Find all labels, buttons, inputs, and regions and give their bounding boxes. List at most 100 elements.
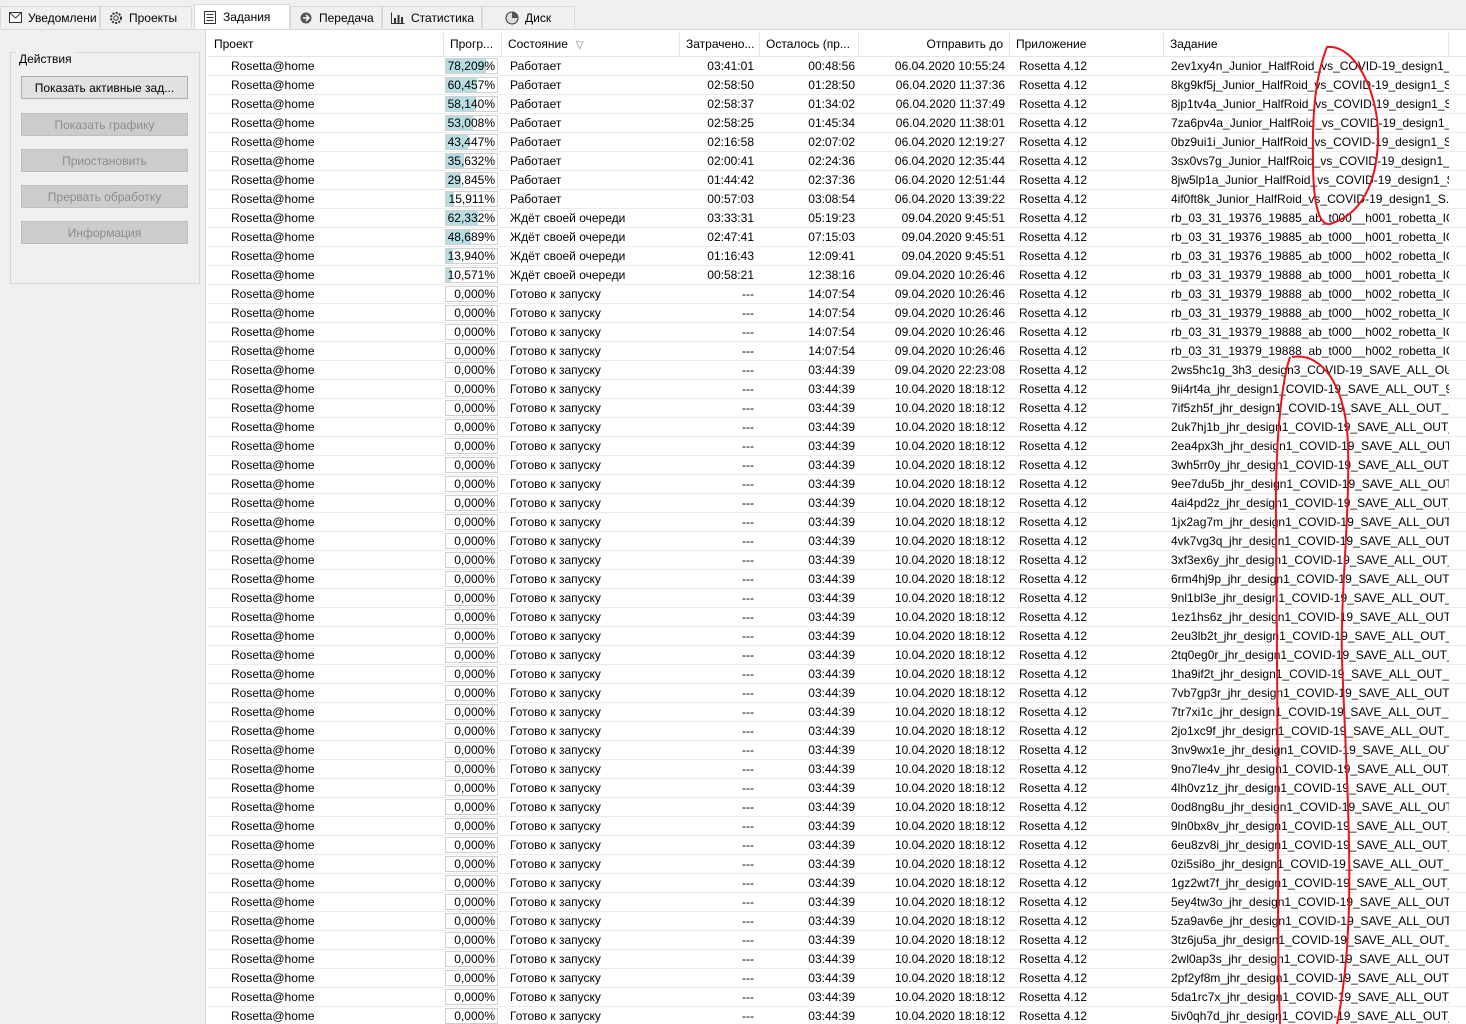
table-row[interactable]: Rosetta@home Готово к запуску --- 14:07:54 0… [208, 285, 1466, 304]
progress-text: 0,000% [454, 933, 495, 947]
table-row[interactable]: Rosetta@home Ждёт своей очереди 03:33:31 05… [208, 209, 1466, 228]
table-row[interactable]: Rosetta@home Готово к запуску --- 03:44:39 1… [208, 589, 1466, 608]
table-row[interactable]: Rosetta@home Готово к запуску --- 03:44:39 1… [208, 513, 1466, 532]
col-project[interactable]: Проект [208, 33, 444, 56]
progress-text: 48,689% [447, 230, 495, 244]
cell-remaining: 03:44:39 [808, 895, 855, 909]
tab-tasks[interactable]: Задания [194, 4, 290, 29]
col-remaining[interactable]: Осталось (пр... [760, 33, 859, 56]
cell-deadline: 10.04.2020 18:18:12 [894, 838, 1005, 852]
table-row[interactable]: Rosetta@home Работает 00:57:03 03:08:54 06.0… [208, 190, 1466, 209]
cell-deadline: 10.04.2020 18:18:12 [894, 743, 1005, 757]
table-row[interactable]: Rosetta@home Готово к запуску --- 03:44:39 1… [208, 779, 1466, 798]
progress-bar: 0,000% [445, 343, 498, 359]
cell-application: Rosetta 4.12 [1019, 914, 1088, 928]
table-row[interactable]: Rosetta@home Готово к запуску --- 03:44:39 1… [208, 456, 1466, 475]
table-row[interactable]: Rosetta@home Работает 02:00:41 02:24:36 06.0… [208, 152, 1466, 171]
table-row[interactable]: Rosetta@home Готово к запуску --- 03:44:39 1… [208, 855, 1466, 874]
cell-status: Готово к запуску [510, 781, 601, 795]
table-row[interactable]: Rosetta@home Готово к запуску --- 03:44:39 1… [208, 665, 1466, 684]
table-row[interactable]: Rosetta@home Готово к запуску --- 03:44:39 1… [208, 893, 1466, 912]
cell-task: 7za6pv4a_Junior_HalfRoid_vs_COVID-19_des… [1171, 116, 1449, 130]
cell-status: Готово к запуску [510, 572, 601, 586]
cell-application: Rosetta 4.12 [1019, 724, 1088, 738]
col-application[interactable]: Приложение [1010, 33, 1164, 56]
table-row[interactable]: Rosetta@home Ждёт своей очереди 01:16:43 12… [208, 247, 1466, 266]
show-graphics-button[interactable]: Показать графику [21, 113, 188, 136]
table-row[interactable]: Rosetta@home Готово к запуску --- 03:44:39 1… [208, 646, 1466, 665]
table-row[interactable]: Rosetta@home Готово к запуску --- 03:44:39 1… [208, 950, 1466, 969]
progress-text: 0,000% [454, 325, 495, 339]
tab-transfers[interactable]: Передача [290, 6, 382, 28]
table-row[interactable]: Rosetta@home Работает 02:58:25 01:45:34 06.0… [208, 114, 1466, 133]
cell-application: Rosetta 4.12 [1019, 686, 1088, 700]
table-row[interactable]: Rosetta@home Готово к запуску --- 03:44:39 1… [208, 817, 1466, 836]
table-row[interactable]: Rosetta@home Готово к запуску --- 03:44:39 1… [208, 988, 1466, 1007]
cell-remaining: 14:07:54 [808, 325, 855, 339]
cell-elapsed: --- [742, 800, 754, 814]
table-row[interactable]: Rosetta@home Работает 02:58:50 01:28:50 06.0… [208, 76, 1466, 95]
table-row[interactable]: Rosetta@home Готово к запуску --- 03:44:39 1… [208, 912, 1466, 931]
table-row[interactable]: Rosetta@home Работает 03:41:01 00:48:56 06.0… [208, 57, 1466, 76]
table-row[interactable]: Rosetta@home Готово к запуску --- 03:44:39 1… [208, 1007, 1466, 1024]
table-row[interactable]: Rosetta@home Готово к запуску --- 14:07:54 0… [208, 304, 1466, 323]
tab-disk[interactable]: Диск [482, 6, 575, 28]
table-row[interactable]: Rosetta@home Работает 02:58:37 01:34:02 06.0… [208, 95, 1466, 114]
table-row[interactable]: Rosetta@home Ждёт своей очереди 00:58:21 12… [208, 266, 1466, 285]
col-status-label: Состояние [508, 37, 568, 51]
table-row[interactable]: Rosetta@home Готово к запуску --- 03:44:39 1… [208, 874, 1466, 893]
table-row[interactable]: Rosetta@home Готово к запуску --- 03:44:39 1… [208, 532, 1466, 551]
abort-button[interactable]: Прервать обработку [21, 185, 188, 208]
tasks-table: Проект Прогр... Состояние ▽ Затрачено... … [208, 33, 1466, 1024]
table-row[interactable]: Rosetta@home Готово к запуску --- 03:44:39 1… [208, 627, 1466, 646]
col-elapsed[interactable]: Затрачено... [680, 33, 760, 56]
cell-elapsed: --- [742, 933, 754, 947]
table-row[interactable]: Rosetta@home Готово к запуску --- 03:44:39 1… [208, 380, 1466, 399]
table-row[interactable]: Rosetta@home Готово к запуску --- 03:44:39 1… [208, 931, 1466, 950]
table-row[interactable]: Rosetta@home Готово к запуску --- 03:44:39 0… [208, 361, 1466, 380]
table-row[interactable]: Rosetta@home Готово к запуску --- 14:07:54 0… [208, 323, 1466, 342]
cell-elapsed: 01:16:43 [707, 249, 754, 263]
cell-deadline: 10.04.2020 18:18:12 [894, 534, 1005, 548]
table-row[interactable]: Rosetta@home Готово к запуску --- 03:44:39 1… [208, 551, 1466, 570]
info-button[interactable]: Информация [21, 221, 188, 244]
table-row[interactable]: Rosetta@home Готово к запуску --- 03:44:39 1… [208, 722, 1466, 741]
cell-status: Готово к запуску [510, 458, 601, 472]
table-row[interactable]: Rosetta@home Готово к запуску --- 03:44:39 1… [208, 475, 1466, 494]
show-active-tasks-button[interactable]: Показать активные зад... [21, 76, 188, 99]
cell-application: Rosetta 4.12 [1019, 1009, 1088, 1023]
table-row[interactable]: Rosetta@home Готово к запуску --- 03:44:39 1… [208, 703, 1466, 722]
table-row[interactable]: Rosetta@home Готово к запуску --- 03:44:39 1… [208, 608, 1466, 627]
table-row[interactable]: Rosetta@home Готово к запуску --- 03:44:39 1… [208, 437, 1466, 456]
progress-text: 0,000% [454, 743, 495, 757]
table-row[interactable]: Rosetta@home Готово к запуску --- 14:07:54 0… [208, 342, 1466, 361]
table-row[interactable]: Rosetta@home Готово к запуску --- 03:44:39 1… [208, 684, 1466, 703]
col-progress[interactable]: Прогр... [444, 33, 502, 56]
suspend-button[interactable]: Приостановить [21, 149, 188, 172]
table-row[interactable]: Rosetta@home Работает 02:16:58 02:07:02 06.0… [208, 133, 1466, 152]
table-row[interactable]: Rosetta@home Готово к запуску --- 03:44:39 1… [208, 969, 1466, 988]
table-row[interactable]: Rosetta@home Ждёт своей очереди 02:47:41 07… [208, 228, 1466, 247]
tab-notifications[interactable]: Уведомлени [0, 6, 100, 28]
table-row[interactable]: Rosetta@home Готово к запуску --- 03:44:39 1… [208, 399, 1466, 418]
col-status[interactable]: Состояние ▽ [502, 33, 680, 56]
table-row[interactable]: Rosetta@home Готово к запуску --- 03:44:39 1… [208, 741, 1466, 760]
cell-status: Готово к запуску [510, 952, 601, 966]
cell-deadline: 10.04.2020 18:18:12 [894, 667, 1005, 681]
table-row[interactable]: Rosetta@home Готово к запуску --- 03:44:39 1… [208, 570, 1466, 589]
table-row[interactable]: Rosetta@home Готово к запуску --- 03:44:39 1… [208, 760, 1466, 779]
progress-bar: 0,000% [445, 913, 498, 929]
tab-statistics[interactable]: Статистика [382, 6, 482, 28]
col-deadline[interactable]: Отправить до [859, 33, 1010, 56]
tab-projects[interactable]: Проекты [100, 6, 192, 28]
col-task[interactable]: Задание [1164, 33, 1449, 56]
table-row[interactable]: Rosetta@home Готово к запуску --- 03:44:39 1… [208, 418, 1466, 437]
cell-project: Rosetta@home [231, 838, 315, 852]
cell-project: Rosetta@home [231, 515, 315, 529]
cell-remaining: 03:44:39 [808, 933, 855, 947]
table-row[interactable]: Rosetta@home Готово к запуску --- 03:44:39 1… [208, 798, 1466, 817]
table-row[interactable]: Rosetta@home Готово к запуску --- 03:44:39 1… [208, 494, 1466, 513]
table-row[interactable]: Rosetta@home Готово к запуску --- 03:44:39 1… [208, 836, 1466, 855]
table-row[interactable]: Rosetta@home Работает 01:44:42 02:37:36 06.0… [208, 171, 1466, 190]
progress-text: 0,000% [454, 800, 495, 814]
